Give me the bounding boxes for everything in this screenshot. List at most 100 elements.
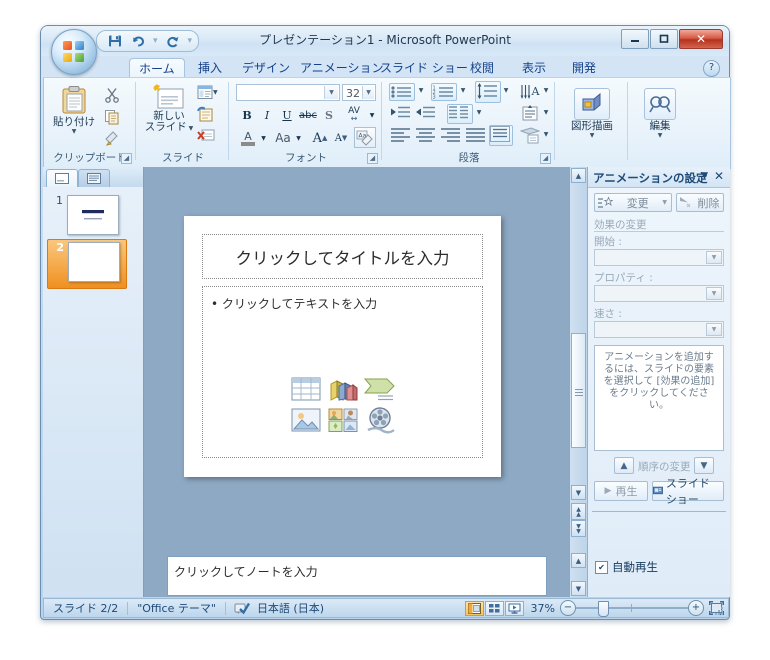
font-dialog-launcher[interactable]: ◢ (367, 153, 378, 164)
delete-slide-button[interactable] (197, 127, 215, 147)
decrease-indent-button[interactable] (389, 104, 413, 123)
speed-dropdown-icon[interactable]: ▼ (706, 323, 722, 336)
task-pane-close-icon[interactable]: ✕ (714, 169, 724, 183)
drawing-dropdown-icon[interactable]: ▼ (590, 132, 595, 139)
align-left-button[interactable] (389, 126, 413, 146)
play-button[interactable]: ▶ 再生 (594, 481, 648, 501)
change-effect-dropdown-icon[interactable]: ▼ (662, 199, 671, 206)
notes-scroll-up-arrow[interactable]: ▲ (571, 553, 586, 568)
align-right-button[interactable] (439, 126, 463, 146)
redo-icon[interactable] (165, 33, 181, 49)
picture-icon[interactable] (289, 406, 323, 434)
zoom-slider[interactable] (576, 601, 688, 617)
autoplay-checkbox[interactable]: ✔ 自動再生 (595, 559, 658, 575)
thumbnail-slide-1[interactable]: 1 (47, 193, 125, 239)
increase-indent-button[interactable] (414, 104, 438, 123)
tab-review[interactable]: 校閲 (461, 58, 503, 78)
character-spacing-dropdown-icon[interactable]: ▼ (368, 110, 376, 120)
text-direction-dropdown-icon[interactable]: ▼ (541, 86, 551, 98)
font-size-dropdown-icon[interactable]: ▼ (362, 86, 374, 99)
font-color-button[interactable]: A (238, 128, 258, 148)
move-effect-down-button[interactable]: ▼ (694, 457, 714, 474)
notes-scroll-down-arrow[interactable]: ▼ (571, 581, 586, 596)
content-placeholder[interactable]: • クリックしてテキストを入力 (202, 286, 483, 458)
undo-icon[interactable] (130, 33, 146, 49)
format-painter-button[interactable] (104, 130, 120, 150)
slide-vertical-scrollbar[interactable]: ▲ ▼ ▲ ▲ ▼ ▼ ▲ ▼ (569, 167, 587, 597)
smartart-dropdown-icon[interactable]: ▼ (541, 130, 551, 142)
bullets-button[interactable] (389, 83, 415, 101)
bold-button[interactable]: B (238, 106, 256, 124)
speed-dropdown[interactable]: ▼ (594, 321, 724, 338)
smartart-icon[interactable] (363, 375, 397, 403)
save-icon[interactable] (107, 33, 123, 49)
scroll-up-arrow[interactable]: ▲ (571, 168, 586, 183)
chart-icon[interactable] (326, 375, 360, 403)
line-spacing-dropdown-icon[interactable]: ▼ (501, 86, 511, 98)
align-text-button[interactable] (519, 104, 541, 124)
tab-view[interactable]: 表示 (513, 58, 555, 78)
office-orb-button[interactable] (51, 29, 97, 75)
slideshow-button[interactable]: スライド ショー (652, 477, 724, 506)
move-effect-up-button[interactable]: ▲ (614, 457, 634, 474)
copy-button[interactable] (104, 109, 120, 129)
reset-button[interactable] (197, 106, 213, 126)
change-case-dropdown-icon[interactable]: ▼ (294, 133, 303, 143)
tab-insert[interactable]: 挿入 (189, 58, 231, 78)
line-spacing-button[interactable] (475, 81, 501, 103)
columns-dropdown-icon[interactable]: ▼ (474, 108, 484, 120)
help-icon[interactable]: ? (703, 60, 720, 77)
numbering-dropdown-icon[interactable]: ▼ (458, 86, 468, 98)
undo-dropdown-icon[interactable]: ▾ (153, 36, 158, 46)
layout-button[interactable]: ▼ (197, 85, 218, 100)
scroll-down-arrow[interactable]: ▼ (571, 485, 586, 500)
clipart-icon[interactable] (326, 406, 360, 434)
start-dropdown[interactable]: ▼ (594, 249, 724, 266)
zoom-out-button[interactable]: − (560, 600, 576, 616)
start-dropdown-icon[interactable]: ▼ (706, 251, 722, 264)
property-dropdown[interactable]: ▼ (594, 285, 724, 302)
close-button[interactable]: ✕ (679, 29, 723, 49)
slide-sorter-button[interactable] (484, 600, 504, 616)
editing-dropdown-icon[interactable]: ▼ (658, 132, 663, 139)
slideshow-view-button[interactable] (504, 600, 524, 616)
underline-button[interactable]: U (278, 106, 296, 124)
italic-button[interactable]: I (258, 106, 276, 124)
paragraph-dialog-launcher[interactable]: ◢ (540, 153, 551, 164)
font-name-dropdown-icon[interactable]: ▼ (324, 86, 338, 99)
tab-home[interactable]: ホーム (129, 58, 185, 79)
text-shadow-button[interactable]: S (320, 106, 338, 124)
new-slide-button[interactable]: 新しい スライド ▼ (143, 84, 195, 134)
grow-font-button[interactable]: A ▲ (310, 128, 330, 148)
columns-button[interactable] (447, 104, 473, 124)
property-dropdown-icon[interactable]: ▼ (706, 287, 722, 300)
title-placeholder[interactable]: クリックしてタイトルを入力 (202, 234, 483, 279)
minimize-button[interactable] (621, 29, 649, 49)
clear-formatting-button[interactable]: Aa (354, 127, 376, 148)
editing-button[interactable]: 編集 ▼ (638, 88, 682, 139)
maximize-button[interactable] (650, 29, 678, 49)
distribute-button[interactable] (489, 125, 513, 146)
font-size-input[interactable]: 32 ▼ (342, 84, 376, 101)
justify-button[interactable] (464, 126, 488, 146)
change-effect-button[interactable]: 変更 ▼ (594, 193, 672, 212)
bullets-dropdown-icon[interactable]: ▼ (416, 86, 426, 98)
customize-qat-icon[interactable]: ▾ (188, 36, 193, 46)
thumbnail-slide-2[interactable]: 2 (47, 239, 127, 289)
task-pane-dropdown-icon[interactable]: ▼ (701, 171, 708, 181)
align-center-button[interactable] (414, 126, 438, 146)
font-color-dropdown-icon[interactable]: ▼ (259, 133, 268, 143)
notes-input[interactable]: クリックしてノートを入力 (167, 556, 547, 596)
tab-design[interactable]: デザイン (233, 58, 299, 78)
clipboard-dialog-launcher[interactable]: ◢ (121, 153, 132, 164)
normal-view-button[interactable] (464, 600, 484, 616)
paste-dropdown-icon[interactable]: ▼ (72, 128, 77, 135)
shrink-font-button[interactable]: A ▼ (331, 128, 351, 148)
layout-dropdown-icon[interactable]: ▼ (213, 89, 218, 96)
resize-grip-icon[interactable] (715, 605, 725, 615)
align-text-dropdown-icon[interactable]: ▼ (541, 108, 551, 120)
text-direction-button[interactable]: A (519, 82, 541, 102)
media-icon[interactable] (363, 406, 397, 434)
next-slide-button[interactable]: ▼ ▼ (571, 520, 586, 537)
change-case-button[interactable]: Aa (272, 128, 294, 148)
